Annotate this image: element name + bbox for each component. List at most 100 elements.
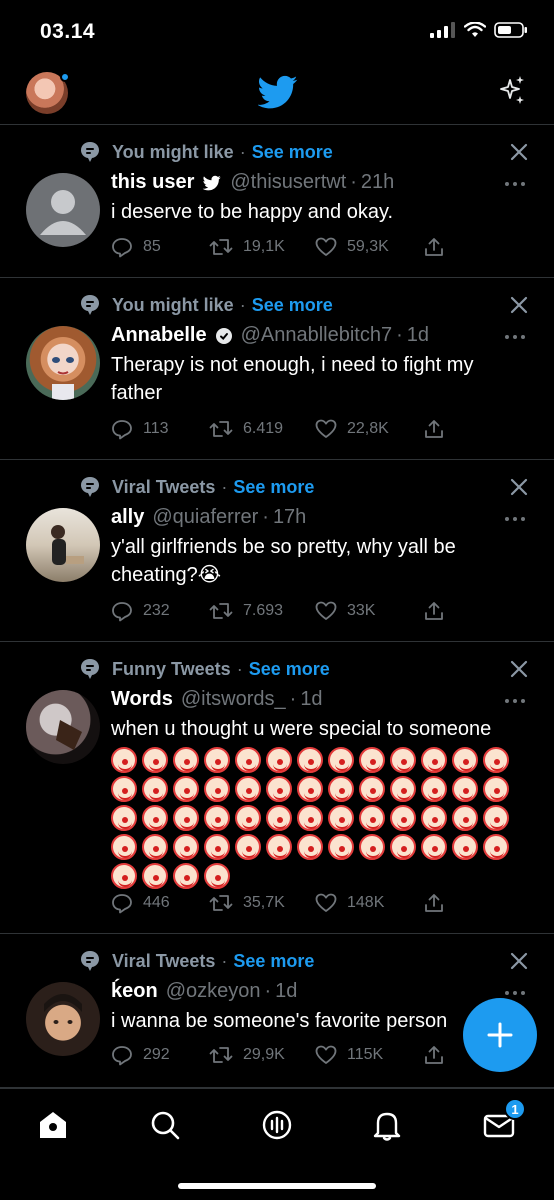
display-name[interactable]: Words (111, 688, 173, 711)
context-label: Viral Tweets (112, 950, 216, 971)
avatar[interactable] (26, 508, 100, 582)
user-handle[interactable]: @ozkeyon (166, 980, 261, 1003)
clown-face-icon (297, 834, 323, 860)
bell-icon[interactable] (369, 1107, 405, 1143)
retweet-button[interactable]: 29,9K (209, 1044, 315, 1066)
reply-count: 232 (143, 602, 170, 619)
person-photo-icon (51, 525, 84, 565)
display-name[interactable]: ally (111, 506, 144, 529)
user-handle[interactable]: @Annabllebitch7 (241, 324, 393, 347)
user-handle[interactable]: @quiaferrer (152, 506, 258, 529)
compose-tweet-button[interactable] (463, 998, 537, 1072)
time-separator: · (350, 171, 357, 193)
see-more-link[interactable]: See more (233, 477, 314, 498)
share-button[interactable] (423, 418, 455, 440)
search-icon[interactable] (147, 1107, 183, 1143)
dark-photo-icon (56, 720, 82, 750)
tweet-card[interactable]: You might like · See more this user @thi… (0, 125, 554, 278)
like-button[interactable]: 22,8K (315, 418, 423, 440)
retweet-count: 29,9K (243, 1046, 285, 1063)
display-name[interactable]: this user (111, 171, 194, 194)
circle-badge-icon (215, 327, 233, 345)
clown-face-icon (142, 776, 168, 802)
clown-face-icon (452, 776, 478, 802)
topic-bubble-icon (81, 142, 99, 162)
reply-button[interactable]: 113 (111, 418, 209, 440)
clown-face-icon (421, 834, 447, 860)
tweet-actions: 113 6.419 22,8K (111, 418, 461, 440)
clown-face-icon (173, 747, 199, 773)
avatar[interactable] (26, 690, 100, 764)
retweet-button[interactable]: 7.693 (209, 600, 315, 622)
display-name[interactable]: Annabelle (111, 324, 207, 347)
share-button[interactable] (423, 236, 455, 258)
retweet-button[interactable]: 6.419 (209, 418, 315, 440)
clown-face-icon (421, 747, 447, 773)
tweet-card[interactable]: Viral Tweets · See more ally @quiaferrer… (0, 460, 554, 642)
time-separator: · (396, 324, 403, 346)
clown-face-icon (452, 834, 478, 860)
reply-icon (112, 894, 132, 914)
close-icon[interactable] (508, 658, 530, 680)
reply-button[interactable]: 85 (111, 236, 209, 258)
home-indicator[interactable] (178, 1183, 376, 1189)
clown-face-icon (173, 776, 199, 802)
share-button[interactable] (423, 1044, 455, 1066)
clown-face-icon (204, 805, 230, 831)
close-icon[interactable] (508, 950, 530, 972)
clown-face-icon (390, 747, 416, 773)
spaces-icon[interactable] (259, 1107, 295, 1143)
avatar[interactable] (26, 173, 100, 247)
like-count: 22,8K (347, 420, 389, 437)
avatar[interactable] (26, 982, 100, 1056)
doll-avatar-icon (52, 357, 74, 400)
wifi-icon (464, 22, 486, 37)
reply-count: 292 (143, 1046, 170, 1063)
close-icon[interactable] (508, 476, 530, 498)
like-button[interactable]: 59,3K (315, 236, 423, 258)
clown-face-icon (266, 776, 292, 802)
like-button[interactable]: 115K (315, 1044, 423, 1066)
reply-button[interactable]: 446 (111, 892, 209, 914)
see-more-link[interactable]: See more (249, 659, 330, 680)
see-more-link[interactable]: See more (233, 951, 314, 972)
share-button[interactable] (423, 892, 455, 914)
tweet-text: y'all girlfriends be so pretty, why yall… (111, 536, 456, 586)
close-icon[interactable] (508, 294, 530, 316)
retweet-button[interactable]: 35,7K (209, 892, 315, 914)
like-button[interactable]: 148K (315, 892, 423, 914)
see-more-link[interactable]: See more (252, 295, 333, 316)
like-count: 148K (347, 894, 385, 911)
retweet-count: 35,7K (243, 894, 285, 911)
clown-face-icon (173, 834, 199, 860)
tweet-card[interactable]: Funny Tweets · See more Words @itswords_… (0, 642, 554, 934)
sparkle-icon[interactable] (496, 74, 528, 106)
tweet-actions: 446 35,7K 148K (111, 892, 461, 914)
context-label: Viral Tweets (112, 476, 216, 497)
user-handle[interactable]: @thisusertwt (230, 171, 346, 194)
clown-face-icon (173, 863, 199, 889)
home-icon[interactable] (35, 1107, 71, 1143)
tweet-time: 1d (300, 688, 323, 710)
reply-icon (112, 1046, 132, 1066)
user-handle[interactable]: @itswords_ (181, 688, 286, 711)
share-icon (425, 238, 443, 256)
heart-icon (315, 419, 337, 438)
reply-button[interactable]: 292 (111, 1044, 209, 1066)
context-separator: · (239, 141, 246, 162)
retweet-button[interactable]: 19,1K (209, 236, 315, 258)
display-name[interactable]: ḱeon (111, 980, 158, 1003)
tweet-card[interactable]: You might like · See more Annabelle @Ann… (0, 278, 554, 460)
twitter-bird-icon[interactable] (258, 72, 298, 112)
clown-face-icon (297, 805, 323, 831)
clown-face-icon (483, 747, 509, 773)
see-more-link[interactable]: See more (252, 142, 333, 163)
clown-face-icon (297, 776, 323, 802)
avatar[interactable] (26, 326, 100, 400)
clown-face-icon (390, 834, 416, 860)
close-icon[interactable] (508, 141, 530, 163)
reply-button[interactable]: 232 (111, 600, 209, 622)
share-icon (425, 894, 443, 912)
share-button[interactable] (423, 600, 455, 622)
like-button[interactable]: 33K (315, 600, 423, 622)
